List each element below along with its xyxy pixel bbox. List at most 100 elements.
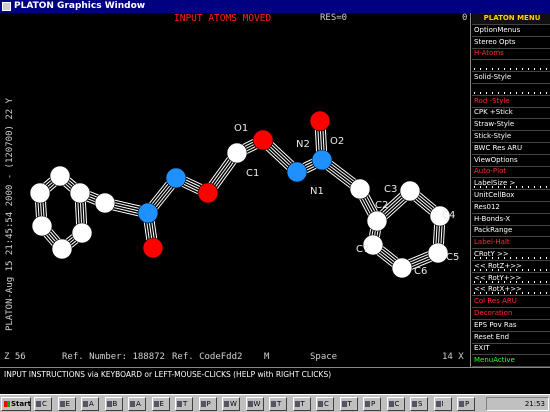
taskbar-item[interactable]: A [81,397,99,411]
menu-item[interactable]: MenuActive [472,355,550,368]
menu-item[interactable]: CRotY >> [472,249,550,261]
taskbar-item[interactable]: I [433,397,452,411]
menu-item[interactable]: H-Bonds-X [472,214,550,226]
taskbar-item[interactable]: E [151,397,170,411]
menu-item[interactable]: Stick-Style [472,131,550,143]
taskbar-item[interactable]: C [386,397,405,411]
atom-sphere [366,210,388,232]
menu-item[interactable] [472,60,550,73]
menu-item[interactable]: UnitCellBox [472,190,550,202]
platon-menu: PLATON MENU OptionMenus Stereo Opts H-Atoms… [470,13,550,368]
atom-sphere [165,167,187,189]
atom-sphere [349,178,371,200]
taskbar-item[interactable]: P [363,397,381,411]
menu-item[interactable]: Res012 [472,202,550,214]
menu-item[interactable]: << RotY+>> [472,273,550,285]
atom-sphere [309,110,331,132]
menu-item[interactable]: Col Res ARU [472,296,550,309]
menu-item[interactable]: BWC Res ARU [472,143,550,155]
menu-item[interactable]: Reset End [472,332,550,344]
atom-sphere [252,129,274,151]
z-indicator: Z 56 [4,352,26,362]
atom-sphere [71,222,93,244]
atom-label: C5 [446,252,459,263]
start-button[interactable]: Start [1,397,31,411]
atom-sphere [94,192,116,214]
menu-item[interactable] [472,84,550,96]
ref-number: Ref. Number: 188872 [62,352,165,362]
atom-sphere [142,237,164,259]
taskbar-item[interactable]: S [410,397,428,411]
menu-item[interactable]: PLATON MENU [472,13,550,25]
atom-sphere [31,215,53,237]
menu-item[interactable]: Straw-Style [472,119,550,132]
taskbar-item[interactable]: W [245,397,264,411]
atom-label: O2 [330,136,344,147]
atom-sphere [399,180,421,202]
atom-label: C3 [384,184,397,195]
atom-sphere [311,149,333,171]
menu-item[interactable]: LabelSize > [472,178,550,191]
atom-sphere [137,202,159,224]
ref-code: Ref. CodeFdd2 [172,352,243,362]
title-bar: PLATON Graphics Window [0,0,550,13]
menu-item[interactable]: EXIT [472,343,550,356]
status-message: INPUT ATOMS MOVED [174,13,272,24]
taskbar-item[interactable]: C [34,397,52,411]
menu-item[interactable]: << RotX+>> [472,284,550,297]
atom-label: O1 [234,123,248,134]
menu-item[interactable]: Decoration [472,308,550,320]
res-indicator: RES=0 [320,13,348,23]
mode-indicator: M [264,352,270,362]
taskbar-item[interactable]: C [316,397,334,411]
atom-sphere [51,238,73,260]
taskbar-item[interactable]: E [57,397,76,411]
atom-label: C2 [375,200,388,211]
atom-sphere [286,161,308,183]
menu-item[interactable]: Stereo Opts [472,37,550,49]
clock: 21:53 [524,400,545,408]
atom-sphere [226,142,248,164]
taskbar-item[interactable]: T [339,397,358,411]
menu-item[interactable]: Solid-Style [472,72,550,84]
molecule-view[interactable]: O1 C1 N2 O2 N1 C2 C3 C4 C5 C6 C7 [0,13,470,367]
platon-window: PLATON Graphics Window O1 C1 N2 O2 N1 C2 C3 C4 C… [0,0,550,412]
taskbar-item[interactable]: P [457,397,475,411]
taskbar-item[interactable]: T [175,397,193,411]
taskbar-item[interactable]: T [292,397,311,411]
menu-item[interactable]: EPS Pov Ras [472,320,550,332]
atom-sphere [391,257,413,279]
space-indicator: Space [310,352,338,362]
taskbar: Start CEABAETPWWTTCTPCSIP 21:53 [0,394,550,412]
menu-item[interactable]: OptionMenus [472,25,550,37]
atom-label: N2 [296,139,310,150]
menu-item[interactable]: PackRange [472,225,550,238]
graphics-canvas[interactable]: O1 C1 N2 O2 N1 C2 C3 C4 C5 C6 C7 INPUT ATOMS MOVED… [0,13,470,367]
menu-item[interactable]: Label-Halt [472,237,550,250]
atom-sphere [49,165,71,187]
atom-sphere [69,182,91,204]
corner-indicator: 0 [462,13,468,23]
menu-item[interactable]: << RotZ+>> [472,261,550,273]
menu-item[interactable]: Auto-Plot [472,166,550,179]
taskbar-item[interactable]: T [269,397,287,411]
side-info-text: PLATON-Aug 15 21:45:54 2000 - (120700) 2… [5,98,15,331]
taskbar-item[interactable]: A [128,397,146,411]
menu-item[interactable]: Rod -Style [472,96,550,108]
menu-item[interactable]: CPK +Stick [472,107,550,120]
taskbar-item[interactable]: W [222,397,240,411]
taskbar-item[interactable]: P [198,397,217,411]
atom-label: C4 [442,210,455,221]
menu-item[interactable]: ViewOptions [472,155,550,167]
zoom-indicator: 14 X [442,352,464,362]
atom-label: N1 [310,186,324,197]
app-icon [2,2,11,11]
taskbar-item[interactable]: B [104,397,123,411]
atom-sphere [29,182,51,204]
atom-label: C7 [356,244,369,255]
atom-sphere [197,182,219,204]
atom-sphere [427,242,449,264]
instruction-bar[interactable]: INPUT INSTRUCTIONS via KEYBOARD or LEFT-… [0,367,550,394]
system-tray: 21:53 [486,397,549,411]
menu-item[interactable]: H-Atoms [472,48,550,61]
